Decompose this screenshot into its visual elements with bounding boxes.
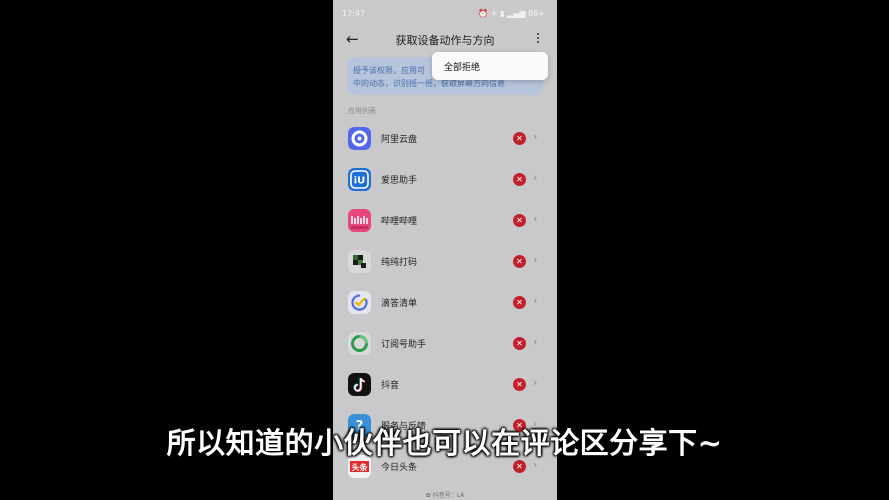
video-subtitle: 所以知道的小伙伴也可以在评论区分享下~: [166, 426, 723, 460]
app-list-item[interactable]: iU 爱思助手 ✕ ›: [333, 160, 557, 201]
status-bar: 17:47 ⏰ ✈ ▮ ▂▄▆ 88+: [333, 0, 557, 26]
svg-text:iU: iU: [354, 176, 366, 187]
app-name: 爱思助手: [381, 176, 418, 186]
chevron-right-icon: ›: [533, 376, 538, 389]
app-name: 哔哩哔哩: [381, 217, 418, 227]
deny-status-icon: ✕: [513, 173, 526, 186]
app-list-item[interactable]: 抖音 ✕ ›: [333, 365, 557, 406]
app-name: 抖音: [381, 381, 400, 391]
page-title: 获取设备动作与方向: [395, 34, 495, 47]
chevron-right-icon: ›: [533, 171, 538, 184]
subscription-assistant-icon: [348, 332, 371, 355]
deny-status-icon: ✕: [513, 378, 526, 391]
i4-assistant-icon: iU: [348, 168, 371, 191]
svg-text:头条: 头条: [352, 462, 369, 472]
bilibili-icon: [348, 209, 371, 232]
chevron-right-icon: ›: [533, 335, 538, 348]
deny-status-icon: ✕: [513, 337, 526, 350]
aliyun-drive-icon: [348, 127, 371, 150]
notice-line-1: 授予该权限，应用可: [353, 66, 425, 75]
app-name: 纯纯打码: [381, 258, 418, 268]
deny-status-icon: ✕: [513, 132, 526, 145]
chevron-right-icon: ›: [533, 294, 538, 307]
chevron-right-icon: ›: [533, 212, 538, 225]
app-name: 滴答清单: [381, 299, 418, 309]
app-list-item[interactable]: 阿里云盘 ✕ ›: [333, 119, 557, 160]
app-list-item[interactable]: 滴答清单 ✕ ›: [333, 283, 557, 324]
chevron-right-icon: ›: [533, 130, 538, 143]
app-list-item[interactable]: 哔哩哔哩 ✕ ›: [333, 201, 557, 242]
video-watermark: ✿ 抖音号：LA: [425, 492, 465, 499]
app-list-item[interactable]: 纯纯打码 ✕ ›: [333, 242, 557, 283]
app-list-item[interactable]: 订阅号助手 ✕ ›: [333, 324, 557, 365]
options-popup-menu: 全部拒绝: [432, 52, 548, 80]
mosaic-app-icon: [348, 250, 371, 273]
status-icons: ⏰ ✈ ▮ ▂▄▆ 88+: [478, 9, 545, 18]
chevron-right-icon: ›: [533, 253, 538, 266]
app-list-section-label: 应用列表: [348, 107, 376, 115]
deny-status-icon: ✕: [513, 214, 526, 227]
deny-status-icon: ✕: [513, 255, 526, 268]
app-name: 阿里云盘: [381, 135, 418, 145]
douyin-icon: [348, 373, 371, 396]
app-name: 订阅号助手: [381, 340, 427, 350]
deny-status-icon: ✕: [513, 296, 526, 309]
deny-all-menu-item[interactable]: 全部拒绝: [444, 60, 480, 73]
app-header: ← 获取设备动作与方向: [333, 26, 557, 54]
ticktick-icon: [348, 291, 371, 314]
status-time: 17:47: [342, 9, 366, 18]
more-options-icon[interactable]: [534, 31, 542, 47]
